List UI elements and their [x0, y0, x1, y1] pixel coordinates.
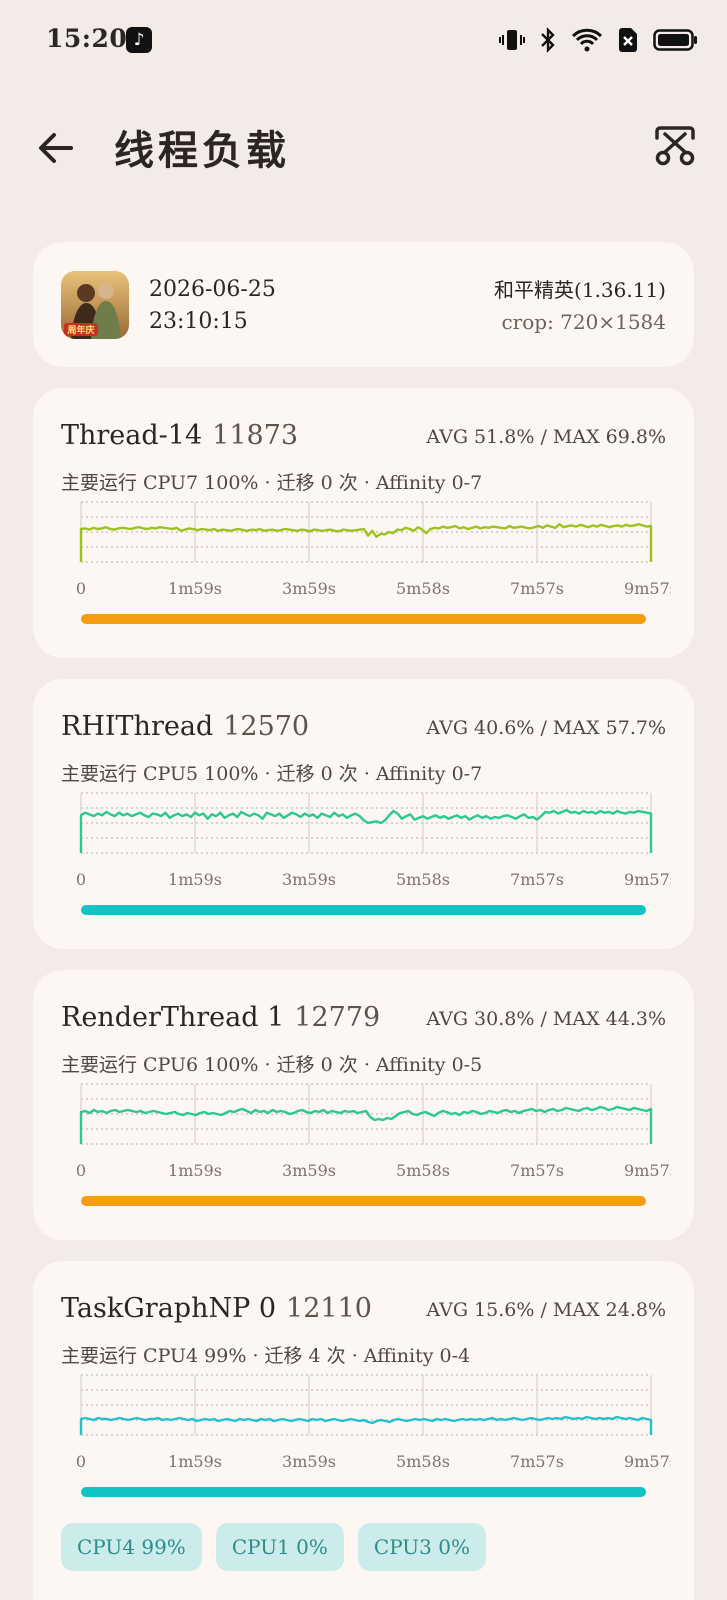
status-icons [499, 24, 699, 56]
thread-cpu-summary: 主要运行 CPU5 100% · 迁移 0 次 · Affinity 0-7 [61, 763, 483, 785]
thread-load-chart: 0 1m59s 3m59s 5m58s 7m57s 9m57s [76, 1083, 671, 1180]
thread-name: RenderThread 1 [61, 1002, 285, 1033]
cpu-chip[interactable]: CPU1 0% [215, 1523, 344, 1571]
thread-load-chart: 0 1m59s 3m59s 5m58s 7m57s 9m57s [76, 792, 671, 889]
share-icon[interactable] [653, 124, 697, 168]
x-tick-label: 3m59s [282, 1161, 336, 1180]
x-tick-label: 5m58s [396, 1161, 450, 1180]
thread-name-line: RenderThread 1 12779 [61, 1002, 380, 1033]
game-app-icon: 周年庆 [61, 271, 129, 339]
thread-name: Thread-14 [61, 420, 203, 451]
thread-card[interactable]: Thread-14 11873 AVG 51.8% / MAX 69.8% 主要运… [33, 388, 694, 658]
x-tick-label: 7m57s [510, 579, 564, 598]
vibrate-icon [499, 30, 525, 50]
x-tick-label: 9m57s [624, 1161, 671, 1180]
session-app-name: 和平精英(1.36.11) [494, 278, 666, 302]
load-series-line [79, 808, 653, 853]
app-bar: 线程负载 [0, 110, 727, 186]
session-info-card: 周年庆 2026-06-25 23:10:15 和平精英(1.36.11) cr… [33, 242, 694, 367]
thread-id: 12779 [294, 1002, 381, 1033]
wifi-icon [571, 28, 603, 52]
thread-card[interactable]: RHIThread 12570 AVG 40.6% / MAX 57.7% 主要运… [33, 679, 694, 949]
thread-id: 11873 [212, 420, 299, 451]
tiktok-notification-icon: ♪ [126, 27, 152, 53]
session-app-info: 和平精英(1.36.11) crop: 720×1584 [494, 274, 666, 338]
x-tick-label: 9m57s [624, 870, 671, 889]
thread-cpu-summary: 主要运行 CPU7 100% · 迁移 0 次 · Affinity 0-7 [61, 472, 483, 494]
x-tick-label: 0 [76, 1161, 86, 1180]
session-date: 2026-06-25 [149, 277, 276, 302]
x-tick-label: 5m58s [396, 1452, 450, 1471]
x-tick-label: 1m59s [168, 870, 222, 889]
x-tick-label: 1m59s [168, 1452, 222, 1471]
cpu-chip[interactable]: CPU4 99% [61, 1523, 202, 1571]
status-bar: 15:20 ♪ [0, 0, 727, 80]
session-time: 23:10:15 [149, 309, 248, 334]
thread-name-line: Thread-14 11873 [61, 420, 298, 451]
x-tick-label: 0 [76, 1452, 86, 1471]
load-series-line [79, 1105, 653, 1144]
thread-name-line: RHIThread 12570 [61, 711, 309, 742]
thread-card[interactable]: RenderThread 1 12779 AVG 30.8% / MAX 44.3… [33, 970, 694, 1240]
thread-name: TaskGraphNP 0 [61, 1293, 277, 1324]
no-sim-icon [619, 28, 637, 52]
x-tick-label: 1m59s [168, 579, 222, 598]
bluetooth-icon [541, 27, 555, 53]
x-tick-label: 3m59s [282, 579, 336, 598]
thread-load-bar [81, 905, 646, 915]
x-tick-label: 1m59s [168, 1161, 222, 1180]
thread-cpu-summary: 主要运行 CPU4 99% · 迁移 4 次 · Affinity 0-4 [61, 1345, 471, 1367]
x-tick-label: 7m57s [510, 1452, 564, 1471]
thread-load-chart: 0 1m59s 3m59s 5m58s 7m57s 9m57s [76, 501, 671, 598]
x-tick-label: 0 [76, 870, 86, 889]
thread-stats: AVG 30.8% / MAX 44.3% [426, 1008, 666, 1030]
x-tick-label: 7m57s [510, 870, 564, 889]
x-tick-label: 7m57s [510, 1161, 564, 1180]
status-time: 15:20 [46, 24, 128, 53]
x-tick-label: 3m59s [282, 1452, 336, 1471]
x-tick-label: 0 [76, 579, 86, 598]
session-crop: crop: 720×1584 [501, 310, 666, 334]
thread-cpu-summary: 主要运行 CPU6 100% · 迁移 0 次 · Affinity 0-5 [61, 1054, 483, 1076]
session-datetime: 2026-06-25 23:10:15 [149, 274, 276, 338]
thread-load-bar [81, 1487, 646, 1497]
thread-load-bar [81, 614, 646, 624]
thread-card[interactable]: TaskGraphNP 0 12110 AVG 15.6% / MAX 24.8%… [33, 1261, 694, 1600]
thread-name: RHIThread [61, 711, 214, 742]
battery-icon [653, 29, 697, 51]
thread-stats: AVG 15.6% / MAX 24.8% [426, 1299, 666, 1321]
page-title: 线程负载 [114, 128, 290, 174]
thread-load-chart: 0 1m59s 3m59s 5m58s 7m57s 9m57s [76, 1374, 671, 1471]
thread-id: 12570 [223, 711, 310, 742]
x-tick-label: 5m58s [396, 579, 450, 598]
cpu-chip-list: CPU4 99% CPU1 0% CPU3 0% [61, 1523, 486, 1571]
back-arrow-icon[interactable] [34, 126, 78, 170]
thread-id: 12110 [286, 1293, 372, 1324]
thread-load-bar [81, 1196, 646, 1206]
x-tick-label: 9m57s [624, 1452, 671, 1471]
thread-name-line: TaskGraphNP 0 12110 [61, 1293, 372, 1324]
load-series-line [79, 1415, 653, 1435]
x-tick-label: 5m58s [396, 870, 450, 889]
thread-stats: AVG 40.6% / MAX 57.7% [426, 717, 666, 739]
x-tick-label: 3m59s [282, 870, 336, 889]
load-series-line [79, 523, 653, 562]
x-tick-label: 9m57s [624, 579, 671, 598]
thread-stats: AVG 51.8% / MAX 69.8% [426, 426, 666, 448]
cpu-chip[interactable]: CPU3 0% [357, 1523, 486, 1571]
game-icon-badge: 周年庆 [67, 324, 94, 336]
